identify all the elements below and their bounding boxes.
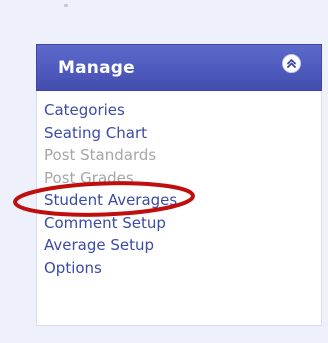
panel-title: Manage [58, 58, 135, 78]
menu-item-post-grades: Post Grades [44, 168, 134, 187]
menu-item-student-averages[interactable]: Student Averages [44, 189, 177, 212]
menu-item-options[interactable]: Options [44, 257, 177, 280]
menu-item-comment-setup[interactable]: Comment Setup [44, 212, 177, 235]
menu-item-post-standards: Post Standards [44, 146, 157, 164]
collapse-button[interactable] [282, 54, 301, 73]
menu-item-average-setup[interactable]: Average Setup [44, 234, 177, 257]
menu-item-seating-chart[interactable]: Seating Chart [44, 122, 177, 145]
manage-panel: Manage Categories Seating Chart Post Sta… [36, 44, 322, 326]
top-edge-mark [64, 4, 68, 7]
page: Manage Categories Seating Chart Post Sta… [0, 0, 328, 343]
manage-menu: Categories Seating Chart Post Standards … [44, 99, 177, 279]
double-chevron-up-icon [287, 59, 296, 68]
panel-header[interactable]: Manage [36, 44, 322, 91]
menu-item-categories[interactable]: Categories [44, 99, 177, 122]
